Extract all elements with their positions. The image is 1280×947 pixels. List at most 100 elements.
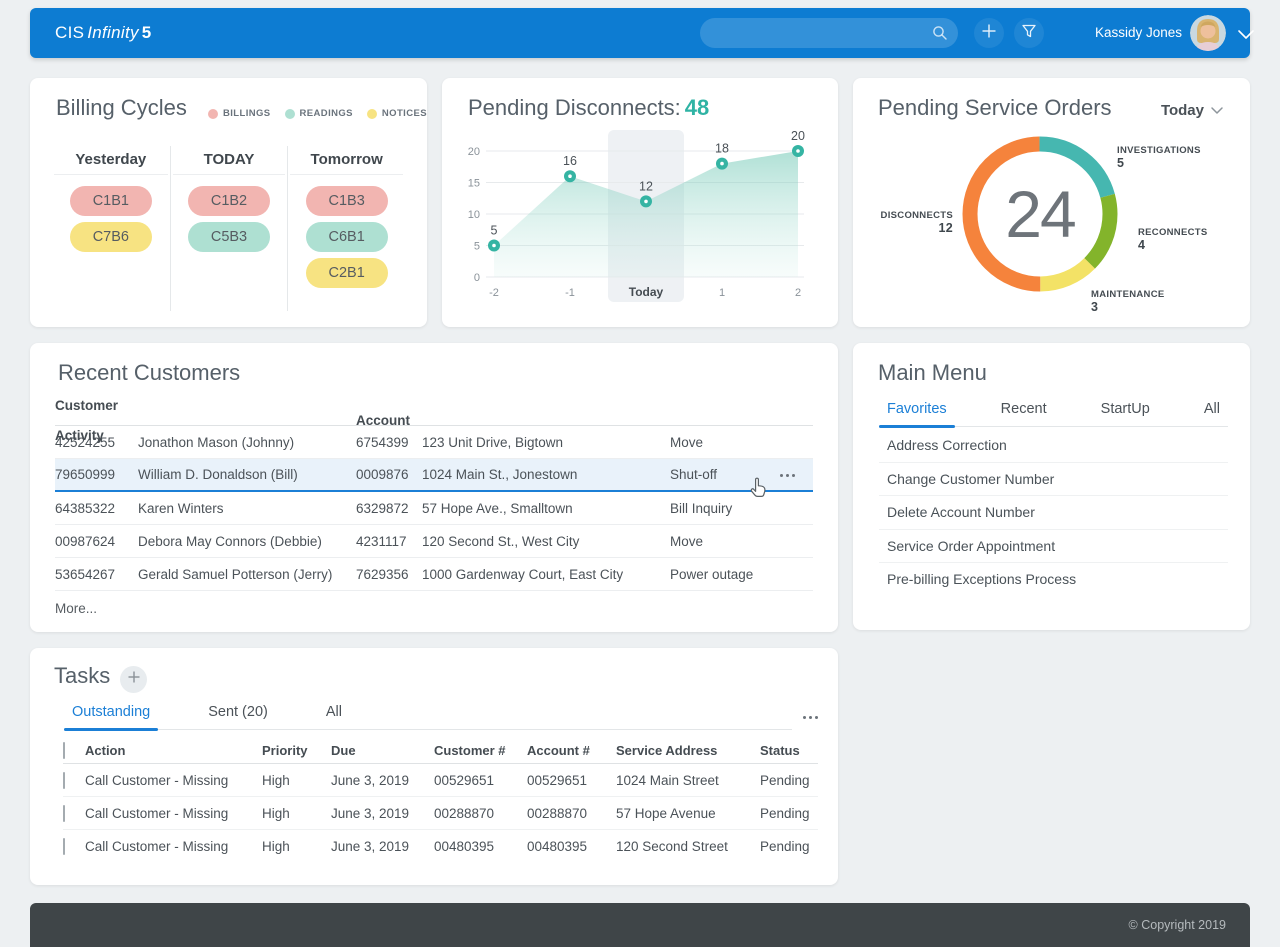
svg-text:20: 20: [791, 129, 805, 143]
customer-name: William D. Donaldson (Bill): [138, 467, 356, 482]
menu-item[interactable]: Service Order Appointment: [879, 530, 1228, 564]
task-action: Call Customer - Missing: [85, 806, 262, 821]
task-tab-sent-20-[interactable]: Sent (20): [200, 704, 276, 729]
footer: © Copyright 2019: [30, 903, 1250, 947]
customer-row[interactable]: 79650999William D. Donaldson (Bill)00098…: [55, 459, 813, 492]
user-name[interactable]: Kassidy Jones: [1062, 8, 1182, 58]
tasks-tabs: Outstanding Sent (20) All: [64, 704, 792, 730]
menu-tab-recent[interactable]: Recent: [993, 401, 1055, 426]
tasks-table: ActionPriorityDueCustomer #Account #Serv…: [63, 738, 818, 863]
recent-customers-table: CustomerAccountActivity42524255Jonathon …: [55, 398, 813, 591]
task-account: 00529651: [527, 773, 616, 788]
row-overflow-menu[interactable]: [780, 474, 795, 477]
add-task-button[interactable]: [120, 666, 147, 693]
billing-legend: BILLINGSREADINGSNOTICES: [208, 108, 427, 119]
svg-text:-2: -2: [489, 287, 499, 299]
cycle-pill-C1B1[interactable]: C1B1: [70, 186, 152, 216]
customer-row[interactable]: 53654267Gerald Samuel Potterson (Jerry)7…: [55, 558, 813, 591]
task-checkbox[interactable]: [63, 838, 65, 855]
svg-text:5: 5: [491, 224, 498, 238]
svg-text:15: 15: [468, 178, 480, 190]
svg-text:2: 2: [795, 287, 801, 299]
task-due: June 3, 2019: [331, 806, 434, 821]
recent-customers-header: CustomerAccountActivity: [55, 398, 813, 426]
menu-tab-favorites[interactable]: Favorites: [879, 401, 955, 426]
customer-account: 7629356: [356, 567, 422, 582]
orders-period-dropdown[interactable]: Today: [1161, 102, 1224, 119]
task-row[interactable]: Call Customer - MissingHighJune 3, 20190…: [63, 830, 818, 863]
top-nav: CISInfinity5 Kassidy Jones: [30, 8, 1250, 58]
menu-item[interactable]: Delete Account Number: [879, 496, 1228, 530]
tasks-overflow-menu[interactable]: [803, 716, 818, 719]
svg-text:18: 18: [715, 142, 729, 156]
select-all-checkbox[interactable]: [63, 742, 65, 759]
menu-item[interactable]: Pre-billing Exceptions Process: [879, 563, 1228, 597]
menu-tab-startup[interactable]: StartUp: [1093, 401, 1158, 426]
main-menu-card: Main Menu Favorites Recent StartUp All Addr…: [853, 343, 1250, 630]
cycle-pill-C1B3[interactable]: C1B3: [306, 186, 388, 216]
label-disconnects: DISCONNECTS 12: [861, 209, 953, 235]
plus-icon: [127, 670, 141, 689]
legend-item-readings: READINGS: [285, 108, 353, 119]
task-checkbox[interactable]: [63, 772, 65, 789]
legend-item-notices: NOTICES: [367, 108, 427, 119]
chevron-down-icon: [1210, 102, 1224, 119]
task-account: 00288870: [527, 806, 616, 821]
pending-disconnects-card: Pending Disconnects:48 05101520516121820…: [442, 78, 838, 327]
task-checkbox[interactable]: [63, 805, 65, 822]
task-row[interactable]: Call Customer - MissingHighJune 3, 20190…: [63, 797, 818, 830]
billing-column-label: Tomorrow: [290, 146, 403, 175]
service-orders-title: Pending Service Orders: [878, 95, 1112, 121]
main-menu-list: Address CorrectionChange Customer Number…: [879, 429, 1228, 597]
cycle-pill-C2B1[interactable]: C2B1: [306, 258, 388, 288]
task-action: Call Customer - Missing: [85, 839, 262, 854]
svg-text:0: 0: [474, 272, 480, 284]
filter-button[interactable]: [1014, 18, 1044, 48]
tasks-title: Tasks: [54, 663, 110, 689]
brand-five: 5: [142, 23, 152, 42]
svg-text:12: 12: [639, 179, 653, 193]
svg-text:16: 16: [563, 154, 577, 168]
app-logo[interactable]: CISInfinity5: [55, 8, 152, 58]
search-input[interactable]: [700, 18, 958, 48]
add-button[interactable]: [974, 18, 1004, 48]
customer-address: 1024 Main St., Jonestown: [422, 467, 670, 482]
customer-address: 120 Second St., West City: [422, 534, 670, 549]
recent-customers-title: Recent Customers: [58, 360, 240, 386]
plus-icon: [981, 23, 997, 44]
more-link[interactable]: More...: [55, 601, 97, 616]
customer-row[interactable]: 00987624Debora May Connors (Debbie)42311…: [55, 525, 813, 558]
task-row[interactable]: Call Customer - MissingHighJune 3, 20190…: [63, 764, 818, 797]
task-status: Pending: [760, 839, 818, 854]
filter-icon: [1021, 23, 1037, 44]
avatar[interactable]: [1190, 15, 1226, 51]
billing-column-label: Yesterday: [54, 146, 168, 175]
service-orders-donut: 24: [960, 134, 1120, 294]
task-tab-all[interactable]: All: [318, 704, 350, 729]
menu-tab-all[interactable]: All: [1196, 401, 1228, 426]
customer-account: 0009876: [356, 467, 422, 482]
customer-account: 6754399: [356, 435, 422, 450]
customer-account: 6329872: [356, 501, 422, 516]
disconnects-area-chart: 05101520516121820-2-1Today12: [450, 124, 830, 319]
main-menu-title: Main Menu: [878, 360, 987, 386]
cycle-pill-C7B6[interactable]: C7B6: [70, 222, 152, 252]
customer-name: Karen Winters: [138, 501, 356, 516]
label-maintenance: MAINTENANCE 3: [1091, 288, 1165, 314]
customer-row[interactable]: 42524255Jonathon Mason (Johnny)675439912…: [55, 426, 813, 459]
task-tab-outstanding[interactable]: Outstanding: [64, 704, 158, 729]
menu-item[interactable]: Address Correction: [879, 429, 1228, 463]
customer-name: Debora May Connors (Debbie): [138, 534, 356, 549]
cycle-pill-C5B3[interactable]: C5B3: [188, 222, 270, 252]
svg-text:1: 1: [719, 287, 725, 299]
menu-item[interactable]: Change Customer Number: [879, 463, 1228, 497]
customer-id: 53654267: [55, 567, 138, 582]
cycle-pill-C6B1[interactable]: C6B1: [306, 222, 388, 252]
customer-row[interactable]: 64385322Karen Winters632987257 Hope Ave.…: [55, 492, 813, 525]
customer-activity: Bill Inquiry: [670, 501, 813, 516]
svg-text:5: 5: [474, 241, 480, 253]
customer-id: 00987624: [55, 534, 138, 549]
task-address: 120 Second Street: [616, 839, 760, 854]
cycle-pill-C1B2[interactable]: C1B2: [188, 186, 270, 216]
user-menu-chevron-icon[interactable]: [1236, 28, 1256, 46]
